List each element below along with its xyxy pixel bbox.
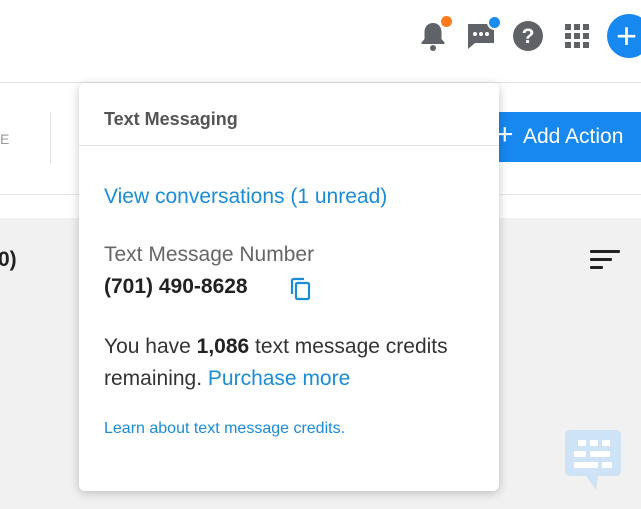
quick-add-button[interactable]: + [607,14,641,58]
popover-title: Text Messaging [104,109,238,129]
add-action-label: Add Action [523,125,624,148]
section-count: 0) [0,248,17,271]
apps-grid-icon[interactable] [560,19,594,53]
add-action-button[interactable]: + Add Action [492,112,641,162]
toolbar-tab-fragment[interactable]: E [0,131,10,147]
copy-icon[interactable] [288,276,314,302]
top-header: ? + [0,0,641,83]
view-conversations-link[interactable]: View conversations (1 unread) [104,185,387,209]
svg-text:?: ? [522,25,535,48]
text-messaging-popover: Text Messaging View conversations (1 unr… [79,83,499,491]
help-icon[interactable]: ? [511,19,545,53]
message-badge [487,15,502,30]
toolbar-divider [50,112,51,164]
support-chat-icon[interactable] [564,428,622,492]
credits-prefix: You have [104,335,197,358]
plus-icon: + [616,15,638,56]
learn-credits-link[interactable]: Learn about text message credits. [104,420,345,438]
popover-divider [79,145,499,146]
credits-text: You have 1,086 text message credits rema… [104,331,484,395]
credits-count: 1,086 [196,335,250,358]
text-number-label: Text Message Number [104,243,315,266]
sort-icon[interactable] [590,250,620,274]
purchase-more-link[interactable]: Purchase more [208,367,350,390]
text-number-value: (701) 490-8628 [104,275,248,298]
notification-badge [439,14,454,29]
